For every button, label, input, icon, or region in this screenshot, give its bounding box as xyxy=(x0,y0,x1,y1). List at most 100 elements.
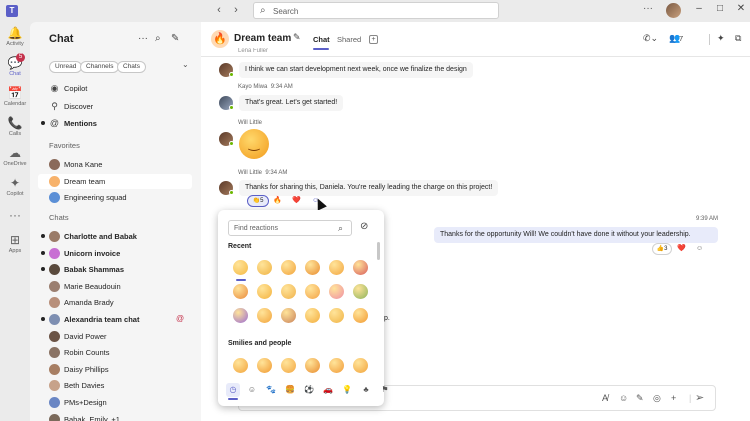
popout-icon[interactable]: ⧉ xyxy=(735,33,741,44)
more-options-icon[interactable]: ··· xyxy=(138,33,148,44)
reaction-option[interactable] xyxy=(324,280,348,304)
reaction-option[interactable] xyxy=(228,304,252,328)
emoji-icon[interactable]: ☺ xyxy=(619,393,628,403)
attach-icon[interactable]: + xyxy=(671,393,676,403)
reaction-option[interactable] xyxy=(348,280,372,304)
reaction-heart[interactable]: ❤️ xyxy=(677,244,686,254)
reaction-option[interactable] xyxy=(252,354,276,378)
format-icon[interactable]: A̸ xyxy=(602,393,608,403)
new-chat-icon[interactable]: ✎ xyxy=(171,33,179,44)
sports-icon[interactable]: ⚽ xyxy=(302,383,316,397)
add-reaction-icon[interactable]: ☺ xyxy=(696,244,703,254)
list-item[interactable]: Daisy Phillips xyxy=(38,362,192,377)
back-arrow-icon[interactable]: ‹ xyxy=(212,4,226,16)
rail-apps[interactable]: ⊞ Apps xyxy=(0,233,30,254)
list-item[interactable]: Robin Counts xyxy=(38,345,192,360)
reaction-option[interactable] xyxy=(276,354,300,378)
filter-channels[interactable]: Channels xyxy=(80,61,120,73)
travel-icon[interactable]: 🚗 xyxy=(321,383,335,397)
rail-copilot[interactable]: ✦ Copilot xyxy=(0,176,30,197)
list-item[interactable]: Beth Davies xyxy=(38,378,192,393)
rail-more[interactable]: ··· xyxy=(0,208,30,222)
reaction-heart[interactable]: ❤️ xyxy=(292,196,301,206)
list-item[interactable]: @ Mentions xyxy=(38,116,192,131)
edit-pencil-icon[interactable]: ✎ xyxy=(293,32,301,43)
filter-unread[interactable]: Unread xyxy=(49,61,83,73)
reaction-option[interactable] xyxy=(324,256,348,280)
reaction-option[interactable] xyxy=(300,354,324,378)
rail-onedrive[interactable]: ☁ OneDrive xyxy=(0,146,30,167)
reaction-option[interactable] xyxy=(348,354,372,378)
search-icon[interactable]: ⌕ xyxy=(155,33,161,44)
message-bubble[interactable]: That's great. Let's get started! xyxy=(239,95,344,111)
tab-shared[interactable]: Shared xyxy=(337,35,361,44)
reaction-option[interactable] xyxy=(252,256,276,280)
list-item[interactable]: PMs+Design xyxy=(38,395,192,410)
reaction-option[interactable] xyxy=(252,280,276,304)
list-item[interactable]: Babak Shammas xyxy=(38,262,192,277)
scrollbar-thumb[interactable] xyxy=(377,242,380,260)
reaction-fire[interactable]: 🔥 xyxy=(273,196,282,206)
reaction-option[interactable] xyxy=(300,256,324,280)
call-icon[interactable]: ✆⌄ xyxy=(643,33,658,44)
filter-chats[interactable]: Chats xyxy=(117,61,146,73)
send-icon[interactable]: ➢ xyxy=(695,391,704,404)
rail-activity[interactable]: 🔔 Activity xyxy=(0,26,30,47)
loop-icon[interactable]: ✎ xyxy=(636,393,644,404)
smile-icon[interactable]: ☺ xyxy=(245,383,259,397)
list-item[interactable]: Mona Kane xyxy=(38,157,192,172)
list-item[interactable]: ◉ Copilot xyxy=(38,81,192,96)
rail-calendar[interactable]: 📅 Calendar xyxy=(0,86,30,107)
reaction-thumbs-up[interactable]: 👍3 xyxy=(652,243,672,255)
list-item[interactable]: Babak, Emily, +1 xyxy=(38,412,192,421)
list-item[interactable]: Unicorn invoice xyxy=(38,246,192,261)
list-item[interactable]: ⚲ Discover xyxy=(38,99,192,114)
reaction-option[interactable] xyxy=(324,304,348,328)
list-item[interactable]: Amanda Brady xyxy=(38,295,192,310)
reaction-option[interactable] xyxy=(228,354,252,378)
close-icon[interactable]: ✕ xyxy=(735,3,747,14)
maximize-icon[interactable]: □ xyxy=(714,3,726,14)
copilot-icon[interactable]: ✦ xyxy=(717,33,725,44)
message-bubble[interactable]: I think we can start development next we… xyxy=(239,62,473,78)
reaction-option[interactable] xyxy=(300,304,324,328)
message-bubble[interactable]: Thanks for sharing this, Daniela. You're… xyxy=(239,180,499,196)
minimize-icon[interactable]: – xyxy=(693,3,705,14)
smiling-face-sticker-icon[interactable]: ‿ xyxy=(239,129,269,159)
symbols-icon[interactable]: ♣ xyxy=(359,383,373,397)
rail-calls[interactable]: 📞 Calls xyxy=(0,116,30,137)
objects-icon[interactable]: 💡 xyxy=(340,383,354,397)
reaction-option[interactable] xyxy=(348,256,372,280)
reaction-option[interactable] xyxy=(324,354,348,378)
search-input[interactable]: ⌕ Search xyxy=(253,2,499,19)
food-icon[interactable]: 🍔 xyxy=(283,383,297,397)
reaction-option[interactable] xyxy=(276,280,300,304)
add-tab-icon[interactable]: + xyxy=(369,35,378,44)
copilot-icon[interactable]: ◎ xyxy=(653,393,661,404)
list-item[interactable]: David Power xyxy=(38,329,192,344)
list-item[interactable]: Engineering squad xyxy=(38,190,192,205)
list-item[interactable]: Dream team xyxy=(38,173,192,189)
reaction-search-input[interactable]: Find reactions ⌕ xyxy=(228,220,352,236)
reaction-clap[interactable]: 👏5 xyxy=(247,195,269,207)
reaction-option[interactable] xyxy=(276,304,300,328)
reaction-option[interactable] xyxy=(348,304,372,328)
animal-icon[interactable]: 🐾 xyxy=(264,383,278,397)
clock-icon[interactable]: ◷ xyxy=(226,383,240,397)
flags-icon[interactable]: ⚑ xyxy=(378,383,392,397)
rail-chat[interactable]: 💬 5 Chat xyxy=(0,53,30,77)
list-item[interactable]: Marie Beaudouin xyxy=(38,279,192,294)
chevron-down-icon[interactable]: ⌄ xyxy=(182,60,189,69)
message-bubble[interactable]: Thanks for the opportunity Will! We coul… xyxy=(434,227,718,243)
list-item[interactable]: Alexandria team chat @ xyxy=(38,312,192,327)
forward-arrow-icon[interactable]: › xyxy=(229,4,243,16)
reaction-option[interactable] xyxy=(276,256,300,280)
reaction-option[interactable] xyxy=(252,304,276,328)
user-avatar[interactable] xyxy=(666,3,681,18)
reaction-option[interactable] xyxy=(228,256,252,280)
customize-reactions-icon[interactable]: ⊘ xyxy=(360,221,368,232)
tab-chat[interactable]: Chat xyxy=(313,35,330,44)
list-item[interactable]: Charlotte and Babak xyxy=(38,229,192,244)
reaction-option[interactable] xyxy=(300,280,324,304)
reaction-option[interactable] xyxy=(228,280,252,304)
